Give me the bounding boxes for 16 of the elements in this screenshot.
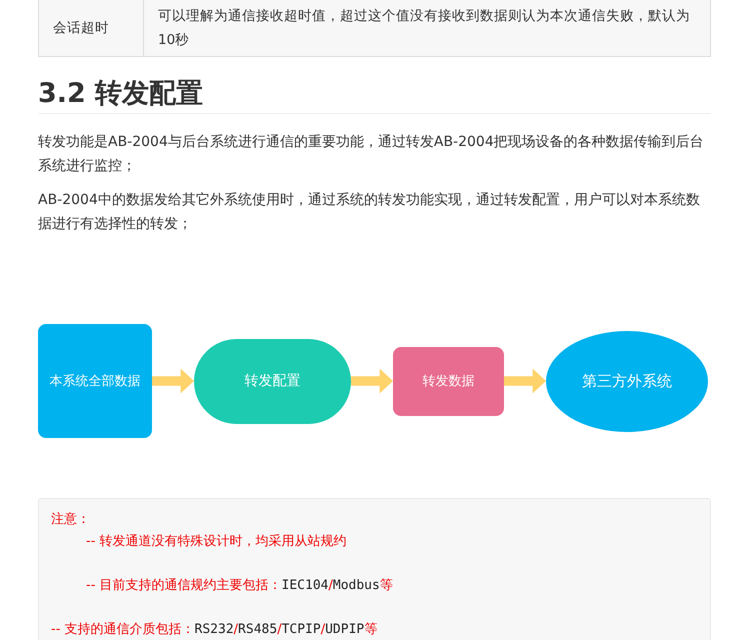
flow-node: 转发数据 xyxy=(393,346,504,416)
section-heading: 3.2 转发配置 xyxy=(38,77,711,114)
flow-node: 第三方外系统 xyxy=(546,330,708,432)
paragraph: AB-2004中的数据发给其它外系统使用时，通过系统的转发功能实现，通过转发配置，用户可以对本系统数据进行有选择性的转发； xyxy=(38,191,701,234)
flow-node: 转发配置 xyxy=(194,338,351,424)
flow-node: 本系统全部数据 xyxy=(38,324,152,438)
code-line: 注意： xyxy=(51,511,91,529)
flow-arrow xyxy=(504,368,546,394)
code-line: -- 目前支持的通信规约主要包括：IEC104/Modbus等 xyxy=(85,577,394,595)
code-line: -- 支持的通信介质包括：RS232/RS485/TCPIP/UDPIP等 xyxy=(51,621,378,639)
table-cell: 会话超时 xyxy=(38,0,144,56)
code-line: -- 转发通道没有特殊设计时，均采用从站规约 xyxy=(85,533,348,551)
flow-arrow xyxy=(351,368,393,394)
flow-arrow xyxy=(152,368,194,394)
table-cell: 可以理解为通信接收超时值，超过这个值没有接收到数据则认为本次通信失败，默认为10秒 xyxy=(144,0,710,56)
paragraph: 转发功能是AB-2004与后台系统进行通信的重要功能，通过转发AB-2004把现场设备的各种数据传输到后台系统进行监控； xyxy=(38,133,705,176)
